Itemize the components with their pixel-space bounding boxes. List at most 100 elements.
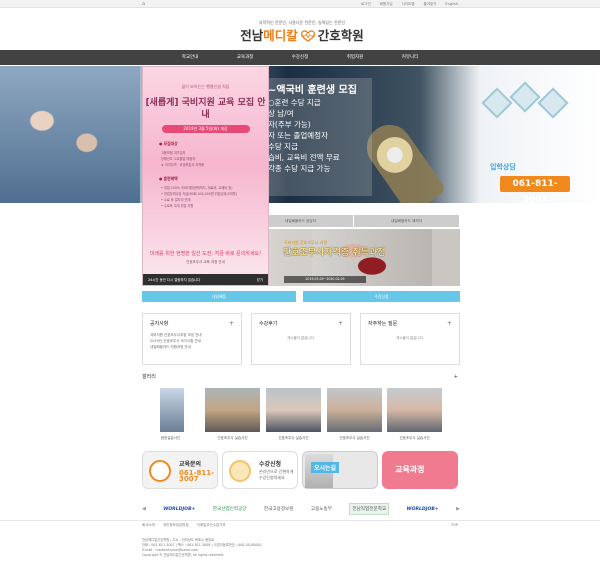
gallery-thumb[interactable]	[387, 388, 442, 432]
nav-item-about[interactable]: 학교안내	[163, 50, 218, 65]
quick-apply[interactable]: 수강신청 온라인으로 간편하게 수강신청하세요	[222, 451, 298, 489]
quick-inquiry-title: 교육문의	[179, 461, 202, 468]
tel-label: 입학상담	[490, 163, 516, 171]
logo-tagline: 과학적인 전문인, 사용다운 전문인, 실력있는 전문인	[258, 20, 346, 25]
footer-top-link[interactable]: TOP	[451, 523, 458, 527]
footer-links: 회사소개 개인정보취급방침 이메일무단수집거부	[142, 523, 226, 528]
gallery-caption: 간호조무사 실습사진	[399, 436, 430, 440]
footer-link-about[interactable]: 회사소개	[142, 523, 155, 528]
nav-item-community[interactable]: 커뮤니티	[383, 50, 438, 65]
top-link-bookmark[interactable]: 즐겨찾기	[423, 0, 436, 8]
left-bar-button[interactable]: 내일배움	[142, 291, 296, 302]
review-empty: 게시물이 없습니다.	[287, 336, 315, 340]
nav-item-jobs[interactable]: 취업지원	[328, 50, 383, 65]
notice-item[interactable]: 내일배움카드 지원과정 안내	[143, 344, 241, 350]
partner-worldjob[interactable]: WORLDJOB+	[163, 507, 195, 512]
hero-text-box: ~액국비 훈련생 모집 ○훈련 수당 지급 상 남/여 자(주부 가능) 자 또…	[262, 78, 372, 196]
hero-line: ○훈련 수당 지급	[268, 98, 321, 107]
site-header: 과학적인 전문인, 사용다운 전문인, 실력있는 전문인 전남 메디칼 간호학원	[0, 8, 600, 50]
footer-link-privacy[interactable]: 개인정보취급방침	[163, 523, 189, 528]
quick-courses[interactable]: 교육과정	[382, 451, 458, 489]
site-logo[interactable]: 과학적인 전문인, 사용다운 전문인, 실력있는 전문인 전남 메디칼 간호학원	[236, 20, 368, 43]
partner-hrdkorea[interactable]: 한국산업인력공단	[213, 506, 247, 512]
quick-courses-title: 교육과정	[395, 465, 425, 474]
quick-apply-title: 수강신청	[259, 461, 282, 468]
popup-date: 2019년 3월 5일(화) 개강	[161, 125, 250, 133]
home-icon[interactable]: ⌂	[142, 0, 145, 8]
gallery-thumb[interactable]	[160, 388, 184, 432]
nav-item-courses[interactable]: 교육과정	[218, 50, 273, 65]
hexagon-photo	[537, 87, 569, 119]
gallery-thumb[interactable]	[327, 388, 382, 432]
review-title: 수강후기	[259, 320, 278, 327]
hero-doctors-image	[0, 66, 140, 203]
promo-popup[interactable]: 꿈이 보이는는 행렬인생 직입 [새롭게] 국비지원 교육 모집 안내 2019…	[142, 66, 269, 286]
popup-benefit-lines: • 취업 100% 국비지원(현재까지, 재료비, 교재비 등) • 취업장려수…	[161, 185, 268, 209]
gallery-thumb[interactable]	[205, 388, 260, 432]
hexagon-photo	[509, 81, 541, 113]
popup-section-target: ● 모집대상	[159, 141, 178, 146]
hero-line: 수당 지급	[268, 142, 298, 151]
popup-subcta: 간호조무사 교육 과정 안내	[186, 260, 225, 264]
logo-name-2: 메디칼	[263, 28, 298, 43]
popup-footer: 24시간 동안 다시 열람하지 않습니다 닫기	[143, 274, 268, 285]
tel-number[interactable]: 061-811-3007	[500, 176, 570, 205]
partner-jeonnam[interactable]: 전남직업전문학교	[349, 503, 390, 515]
popup-close-button[interactable]: 닫기	[257, 277, 263, 282]
pencil-icon	[229, 460, 251, 482]
hero-title: ~액국비 훈련생 모집	[268, 85, 357, 96]
footer-link-email[interactable]: 이메일무단수집거부	[197, 523, 226, 528]
main-nav: 학교안내 교육과정 수강신청 취업지원 커뮤니티	[0, 50, 600, 65]
footer-divider	[0, 520, 600, 521]
popup-title: [새롭게] 국비지원 교육 모집 안내	[145, 98, 266, 120]
logo-name-3: 간호학원	[317, 28, 364, 43]
top-link-english[interactable]: English	[445, 0, 458, 8]
popup-section-benefits: ● 훈련혜택	[159, 176, 178, 181]
hexagon-photos	[480, 81, 580, 122]
hero-line: 습비, 교육비 전액 무료	[268, 153, 340, 162]
logo-name-1: 전남	[240, 28, 264, 43]
notice-board: 공지사항 + 국비지원 간호조무사과정 모집 안내 2019년 간호조무사 국가시…	[142, 313, 242, 365]
partner-keis[interactable]: 한국고용정보원	[264, 506, 294, 512]
gallery-caption: 현장실습사진	[160, 436, 181, 440]
notice-title: 공지사항	[150, 320, 169, 327]
hero-line: 자 또는 졸업예정자	[268, 131, 328, 140]
gallery-header: 갤러리 +	[142, 372, 458, 382]
top-link-login[interactable]: 로그인	[361, 0, 371, 8]
top-link-join[interactable]: 회원가입	[380, 0, 393, 8]
top-bar: ⌂ 로그인 회원가입 사이트맵 즐겨찾기 English	[0, 0, 600, 8]
gallery-more-icon[interactable]: +	[454, 372, 458, 382]
faq-board: 자주하는 질문 + 게시물이 없습니다.	[360, 313, 460, 365]
faq-more-icon[interactable]: +	[447, 320, 452, 327]
course-banner-title: 간호조무사자격증 취득과정	[283, 248, 386, 258]
gallery-title: 갤러리	[142, 374, 156, 380]
partner-moel[interactable]: 고용노동부	[311, 506, 332, 512]
logo-name: 전남 메디칼 간호학원	[236, 29, 368, 43]
nav-item-apply[interactable]: 수강신청	[273, 50, 328, 65]
quick-apply-sub: 온라인으로 간편하게 수강신청하세요	[259, 469, 294, 480]
popup-target-lines: 고용보험 미가입자 당해년도 고교졸업 예정자 ★ 국가자격 · 요양보호사 자…	[161, 150, 268, 168]
gallery-caption: 간호조무사 실습사진	[217, 436, 248, 440]
hexagon-photo	[481, 87, 513, 119]
gallery-caption: 간호조무사 실습사진	[339, 436, 370, 440]
popup-hide-today[interactable]: 24시간 동안 다시 열람하지 않습니다	[148, 277, 200, 282]
faq-title: 자주하는 질문	[368, 320, 398, 327]
gallery-thumb[interactable]	[266, 388, 321, 432]
notice-more-icon[interactable]: +	[229, 320, 234, 327]
quick-inquiry[interactable]: 교육문의 061-811-3007	[142, 451, 218, 489]
partner-prev-icon[interactable]: ◀	[142, 506, 146, 512]
partner-next-icon[interactable]: ▶	[456, 506, 460, 512]
popup-cta: 미래를 위한 현명한 일선 도전, 지금 바로 문의하세요!	[149, 251, 262, 257]
popup-benefit-line: • 수료후 우대 취업 지원	[161, 204, 194, 208]
hero-line: 자(주부 가능)	[268, 120, 311, 129]
popup-kicker: 꿈이 보이는는 행렬인생 직입	[181, 84, 230, 89]
course-tab-worker[interactable]: 내일배움카드 재직자	[354, 215, 460, 227]
review-board: 수강후기 + 게시물이 없습니다.	[251, 313, 351, 365]
quick-directions[interactable]: 오시는길	[302, 451, 378, 489]
review-more-icon[interactable]: +	[338, 320, 343, 327]
heart-icon	[300, 30, 315, 42]
partner-worldjob-2[interactable]: WORLDJOB+	[407, 507, 439, 512]
top-link-sitemap[interactable]: 사이트맵	[402, 0, 415, 8]
apply-bar-button[interactable]: 수강신청	[303, 291, 460, 302]
course-banner-date: 2019.03.05~2020.02.29	[284, 276, 366, 283]
